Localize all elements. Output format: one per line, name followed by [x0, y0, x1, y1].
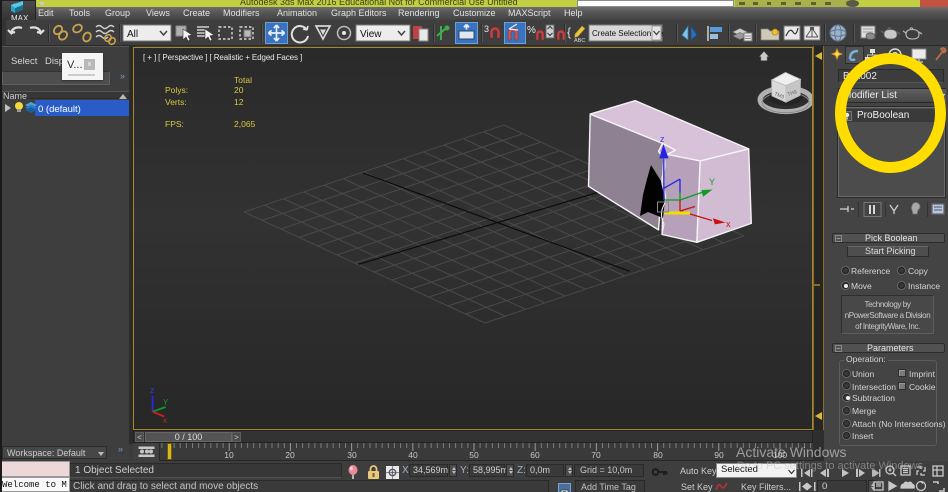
svg-text:60: 60: [530, 450, 540, 460]
svg-text:70: 70: [591, 450, 601, 460]
svg-text:10: 10: [224, 450, 234, 460]
svg-text:ABC: ABC: [574, 38, 585, 44]
svg-text:30: 30: [347, 450, 357, 460]
svg-text:Y: Y: [163, 398, 169, 407]
svg-text:x: x: [726, 219, 731, 229]
svg-text:80: 80: [653, 450, 663, 460]
svg-text:40: 40: [408, 450, 418, 460]
svg-text:%: %: [527, 25, 536, 36]
svg-text:View: View: [360, 29, 382, 40]
svg-text:3: 3: [484, 24, 489, 34]
svg-text:90: 90: [714, 450, 724, 460]
svg-text:{: {: [567, 25, 571, 39]
svg-text:20: 20: [285, 450, 295, 460]
svg-text:Y: Y: [709, 177, 715, 187]
svg-text:z: z: [150, 386, 154, 395]
svg-text:x: x: [163, 416, 167, 425]
svg-text:z: z: [660, 134, 665, 144]
svg-text:All: All: [127, 29, 138, 40]
svg-text:50: 50: [469, 450, 479, 460]
